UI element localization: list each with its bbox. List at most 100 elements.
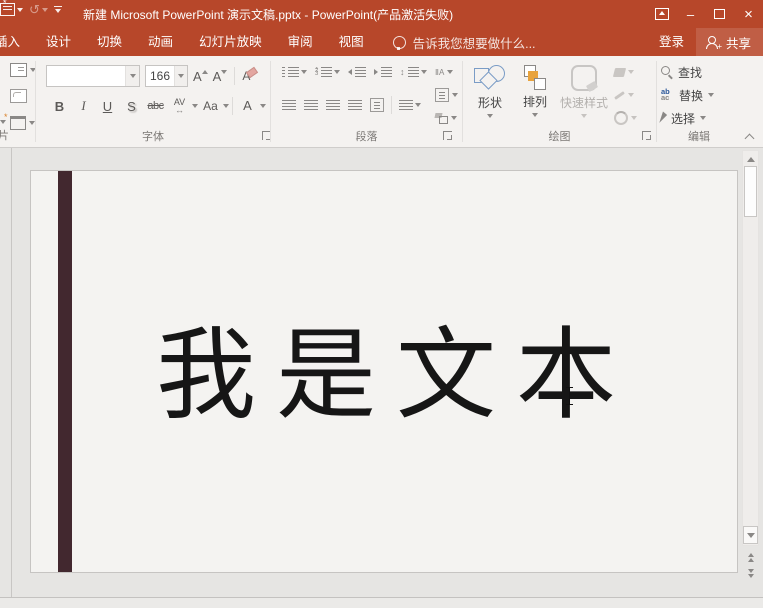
numbering-button[interactable]: 1 2 3 [312, 65, 343, 79]
shapes-button[interactable]: 形状 [467, 61, 513, 118]
find-button[interactable]: 查找 [661, 62, 702, 82]
columns-button[interactable] [396, 98, 424, 112]
slide-editing-area: 我是文本 [0, 148, 763, 598]
thumbnail-panel-divider[interactable] [11, 148, 12, 598]
effects-icon [614, 111, 628, 125]
next-slide-button[interactable] [743, 566, 758, 580]
qat-customize-button[interactable] [54, 6, 62, 13]
previous-slide-button[interactable] [743, 550, 758, 564]
tab-animations[interactable]: 动画 [135, 28, 186, 56]
replace-label: 替换 [679, 87, 703, 104]
scrollbar-thumb[interactable] [744, 166, 757, 217]
layout-button[interactable] [10, 63, 36, 77]
chevron-down-icon[interactable] [260, 104, 266, 108]
lines-glyph [321, 67, 332, 77]
titlebar: * ↺ 新建 Microsoft PowerPoint 演示文稿.pptx - … [0, 0, 763, 28]
numbering-icon: 1 2 3 [315, 67, 319, 77]
bar-icon [54, 6, 62, 7]
italic-button[interactable]: I [72, 96, 95, 116]
scroll-down-button[interactable] [743, 526, 758, 544]
chevron-down-icon [178, 74, 184, 78]
font-size-value: 166 [146, 69, 174, 83]
font-size-combobox[interactable]: 166 [145, 65, 188, 87]
layout-icon [10, 63, 27, 77]
share-label: 共享 [726, 33, 751, 52]
align-left-button[interactable] [279, 98, 299, 112]
shape-outline-button[interactable] [611, 85, 653, 105]
sign-in-button[interactable]: 登录 [647, 28, 696, 56]
strikethrough-button[interactable]: abc [144, 96, 167, 116]
slide-text[interactable]: 我是文本 [31, 293, 737, 438]
font-name-combobox[interactable] [46, 65, 140, 87]
select-label: 选择 [671, 110, 695, 127]
close-button[interactable]: × [734, 0, 763, 28]
share-button[interactable]: + 共享 [696, 28, 763, 56]
tab-slideshow[interactable]: 幻灯片放映 [186, 28, 275, 56]
chevron-down-icon[interactable] [223, 104, 229, 108]
tab-view[interactable]: 视图 [326, 28, 377, 56]
chevron-down-icon[interactable] [192, 104, 198, 108]
arrow-right-icon [374, 69, 378, 75]
underline-button[interactable]: U [96, 96, 119, 116]
distribute-button[interactable] [367, 96, 387, 114]
increase-indent-button[interactable] [371, 65, 395, 79]
maximize-button[interactable] [705, 0, 734, 28]
replace-button[interactable]: abac 替换 [661, 85, 714, 105]
align-right-button[interactable] [323, 98, 343, 112]
align-center-button[interactable] [301, 98, 321, 112]
group-label-paragraph: 段落 [271, 128, 462, 144]
smartart-icon [435, 113, 448, 124]
qat-new-slide-button[interactable]: * [0, 3, 23, 16]
slide-canvas[interactable]: 我是文本 [30, 170, 738, 573]
dropdown-zone[interactable] [125, 66, 139, 86]
chevron-down-icon [700, 116, 706, 120]
tell-me-box[interactable]: 告诉我您想要做什么... [393, 33, 536, 52]
vertical-scrollbar[interactable] [742, 150, 759, 546]
chevron-down-icon [708, 93, 714, 97]
double-down-icon [748, 569, 754, 573]
qat-undo-button[interactable]: ↺ [29, 3, 48, 16]
line-spacing-button[interactable]: ↕ [397, 65, 430, 79]
shape-effects-button[interactable] [611, 108, 653, 128]
find-label: 查找 [678, 64, 702, 81]
tab-transitions[interactable]: 切换 [84, 28, 135, 56]
shape-fill-button[interactable] [611, 62, 653, 82]
triangle-down-icon [747, 533, 755, 538]
arrange-label: 排列 [523, 93, 547, 110]
quick-styles-button[interactable]: 快速样式 [557, 61, 611, 118]
double-up-icon [748, 553, 754, 557]
chevron-down-icon [130, 74, 136, 78]
double-up-icon [748, 558, 754, 562]
arrange-icon [523, 65, 547, 90]
tab-design[interactable]: 设计 [33, 28, 84, 56]
dropdown-zone[interactable] [174, 66, 187, 86]
character-spacing-button[interactable]: AV↔ [168, 96, 191, 116]
increase-font-size-button[interactable]: A [193, 69, 208, 84]
reset-slide-button[interactable] [10, 89, 27, 103]
decrease-indent-button[interactable] [345, 65, 369, 79]
chevron-down-icon [487, 114, 493, 118]
triangle-up-icon [747, 157, 755, 162]
ribbon-display-options-button[interactable] [647, 0, 676, 28]
bold-button[interactable]: B [48, 96, 71, 116]
font-color-button[interactable]: A [236, 96, 259, 116]
align-left-icon [282, 100, 296, 110]
decrease-font-size-button[interactable]: A [213, 69, 228, 84]
change-case-button[interactable]: Aa [199, 96, 222, 116]
tab-insert[interactable]: 插入 [0, 28, 33, 56]
tab-review[interactable]: 审阅 [275, 28, 326, 56]
updown-arrow-icon: ↕ [400, 67, 405, 77]
arrange-button[interactable]: 排列 [515, 61, 555, 117]
select-button[interactable]: 选择 [661, 108, 706, 128]
scroll-up-button[interactable] [743, 153, 758, 165]
clear-formatting-button[interactable]: A [242, 69, 250, 83]
justify-button[interactable] [345, 98, 365, 112]
arrow-left-icon [348, 69, 352, 75]
chevron-down-icon [42, 8, 48, 12]
cursor-arrow-icon [659, 112, 667, 125]
minimize-button[interactable]: – [676, 0, 705, 28]
collapse-ribbon-button[interactable] [746, 135, 755, 140]
double-down-icon [748, 574, 754, 578]
text-shadow-button[interactable]: S [120, 96, 143, 116]
bullets-button[interactable] [279, 65, 310, 79]
